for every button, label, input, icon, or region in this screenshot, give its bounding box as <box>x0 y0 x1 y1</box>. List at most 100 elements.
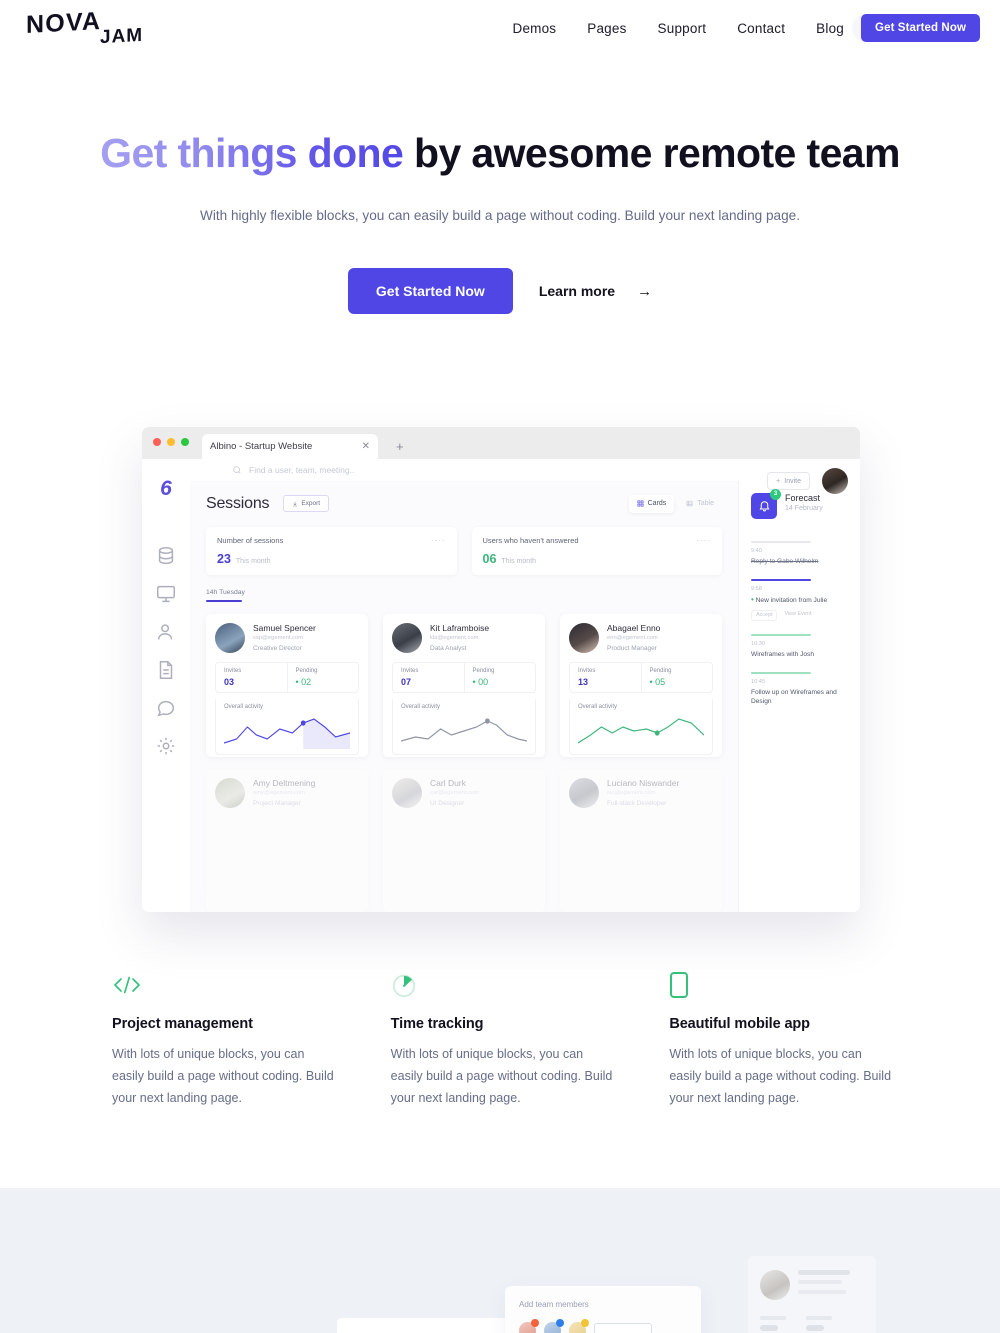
placeholder-email <box>798 1280 842 1284</box>
forecast-panel: 3 Forecast 14 February 9:40 Reply to Gab… <box>738 480 860 912</box>
status-badge <box>581 1319 589 1327</box>
traffic-lights <box>153 438 189 446</box>
sessions-title: Sessions <box>206 494 270 512</box>
hero-primary-cta[interactable]: Get Started Now <box>347 268 513 314</box>
activity-sparkline <box>578 713 704 749</box>
placeholder-stat <box>806 1316 832 1331</box>
avatar[interactable] <box>544 1319 564 1333</box>
add-members-title: Add team members <box>519 1300 589 1309</box>
app-content: Sessions Export Cards Table Number of se… <box>190 481 738 912</box>
view-event-button[interactable]: View Event <box>784 610 811 621</box>
avatar <box>569 623 599 653</box>
database-icon[interactable] <box>155 545 177 567</box>
header-cta-button[interactable]: Get Started Now <box>861 14 980 42</box>
person-email: car@egement.com <box>430 790 480 796</box>
person-card[interactable]: Carl Durk car@egement.com UI Designer <box>383 769 545 912</box>
search-input[interactable]: Find a user, team, meeting.. <box>249 465 354 475</box>
plus-icon[interactable]: + <box>396 439 404 454</box>
minimize-window-dot[interactable] <box>167 438 175 446</box>
add-member-input[interactable] <box>594 1322 652 1333</box>
hero-secondary-cta[interactable]: Learn more → <box>539 283 652 300</box>
person-email: ssp@egement.com <box>253 635 304 641</box>
view-cards-button[interactable]: Cards <box>628 494 675 513</box>
app-main: Find a user, team, meeting.. + Invite Se… <box>190 459 860 912</box>
pending-label: Pending <box>472 668 495 674</box>
person-cards-faded: Amy Deltmening amy@egement.com Project M… <box>206 769 722 912</box>
bell-icon[interactable]: 3 <box>751 488 781 519</box>
item-text: Reply to Gabe Wilhelm <box>751 557 819 565</box>
avatar[interactable] <box>519 1319 539 1333</box>
activity-label: Overall activity <box>224 704 264 710</box>
nav-item-pages[interactable]: Pages <box>587 21 626 36</box>
item-text: Follow up on Wireframes and Design <box>751 688 837 705</box>
browser-chrome: Albino - Startup Website ✕ + <box>142 427 860 459</box>
view-table-label: Table <box>697 500 714 507</box>
app-search[interactable]: Find a user, team, meeting.. <box>232 465 354 475</box>
item-time: 9:58 <box>751 585 762 592</box>
invites-value: 07 <box>401 677 412 687</box>
forecast-items: 9:40 Reply to Gabe Wilhelm 9:58 • New in… <box>751 540 850 706</box>
document-icon[interactable] <box>155 659 177 681</box>
stat-sub: This month <box>235 557 271 565</box>
more-options-icon[interactable]: ···· <box>431 536 446 545</box>
landing-page: NOVA JAM Demos Pages Support Contact Blo… <box>0 0 1000 1333</box>
forecast-item[interactable]: 9:58 • New invitation from Julie Accept … <box>751 578 850 621</box>
view-cards-label: Cards <box>647 500 667 507</box>
placeholder-name <box>798 1270 850 1275</box>
forecast-item[interactable]: 9:40 Reply to Gabe Wilhelm <box>751 540 850 566</box>
arrow-right-icon: → <box>637 282 653 300</box>
maximize-window-dot[interactable] <box>181 438 189 446</box>
person-email: luc@egement.com <box>607 790 656 796</box>
person-card[interactable]: Kit Laframboise kla@egement.com Data Ana… <box>383 614 545 757</box>
export-button[interactable]: Export <box>283 495 330 512</box>
person-card[interactable]: Samuel Spencer ssp@egement.com Creative … <box>206 614 368 757</box>
app-sidebar: 6 <box>142 459 190 912</box>
person-cards: Samuel Spencer ssp@egement.com Creative … <box>206 614 722 757</box>
person-card[interactable]: Amy Deltmening amy@egement.com Project M… <box>206 769 368 912</box>
user-icon[interactable] <box>155 621 177 643</box>
nav-item-demos[interactable]: Demos <box>513 21 557 36</box>
pending-label: Pending <box>295 668 318 674</box>
person-card[interactable]: Abagael Enno enn@egement.com Product Man… <box>560 614 722 757</box>
export-label: Export <box>301 500 321 507</box>
browser-mockup: Albino - Startup Website ✕ + 6 Find a us… <box>142 427 860 912</box>
close-icon[interactable]: ✕ <box>362 441 370 452</box>
person-name: Samuel Spencer <box>253 623 316 633</box>
nav-item-blog[interactable]: Blog <box>816 21 844 36</box>
more-options-icon[interactable]: ···· <box>696 536 711 545</box>
app-screenshot: 6 Find a user, team, meeting.. + Invite … <box>142 459 860 912</box>
avatar[interactable] <box>822 468 848 494</box>
logo-primary: NOVA <box>26 7 102 39</box>
member-avatars <box>519 1319 687 1333</box>
placeholder-stat <box>760 1316 786 1331</box>
person-name: Carl Durk <box>430 778 466 788</box>
person-email: amy@egement.com <box>253 790 305 796</box>
presentation-icon[interactable] <box>155 583 177 605</box>
forecast-item[interactable]: 10:30 Wireframes with Josh <box>751 633 850 659</box>
nav-item-support[interactable]: Support <box>658 21 707 36</box>
item-divider <box>751 540 811 543</box>
invites-stat: Invites 07 <box>393 663 464 692</box>
logo[interactable]: NOVA JAM <box>26 7 186 48</box>
item-time: 10:30 <box>751 640 765 647</box>
invite-button[interactable]: + Invite <box>767 472 810 490</box>
browser-tab[interactable]: Albino - Startup Website ✕ <box>202 434 378 459</box>
stat-label: Users who haven't answered <box>482 535 579 545</box>
person-card[interactable]: Luciano Niswander luc@egement.com Full-s… <box>560 769 722 912</box>
close-window-dot[interactable] <box>153 438 161 446</box>
avatar[interactable] <box>569 1319 589 1333</box>
forecast-item[interactable]: 10:45 Follow up on Wireframes and Design <box>751 671 850 706</box>
gear-icon[interactable] <box>155 735 177 757</box>
view-table-button[interactable]: Table <box>678 495 722 513</box>
app-logo-icon[interactable]: 6 <box>160 477 172 501</box>
person-email: enn@egement.com <box>607 635 658 641</box>
app-body: Sessions Export Cards Table Number of se… <box>190 480 860 912</box>
chat-icon[interactable] <box>155 697 177 719</box>
accept-button[interactable]: Accept <box>751 609 778 621</box>
item-time: 10:45 <box>751 678 765 685</box>
activity-label: Overall activity <box>578 704 618 710</box>
nav-item-contact[interactable]: Contact <box>737 21 785 36</box>
site-header: NOVA JAM Demos Pages Support Contact Blo… <box>0 0 1000 56</box>
person-role: Data Analyst <box>430 645 467 652</box>
item-divider <box>751 671 811 674</box>
